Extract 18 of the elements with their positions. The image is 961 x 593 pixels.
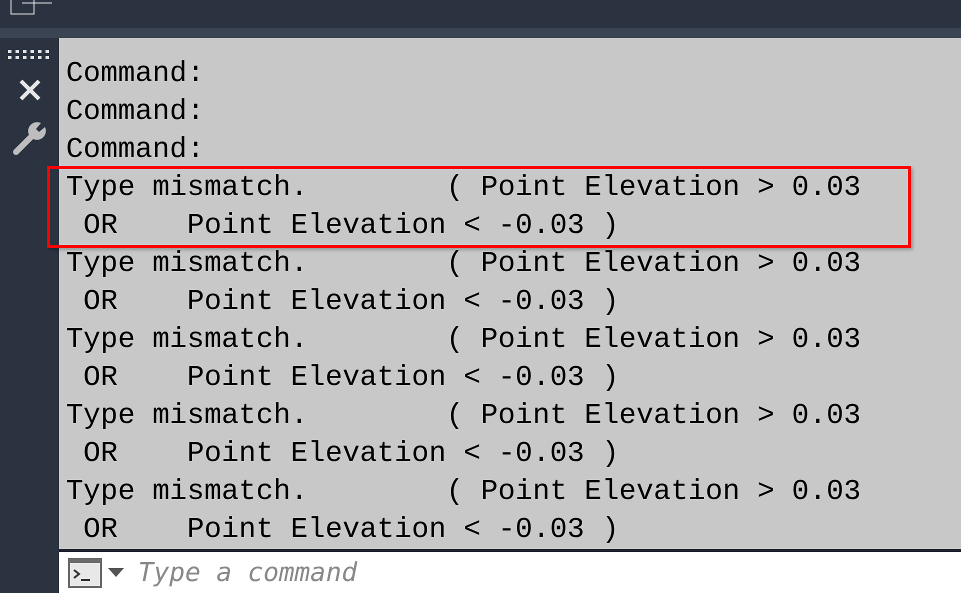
output-line: Type mismatch. ( Point Elevation > 0.03 [66,322,861,358]
output-line: Type mismatch. ( Point Elevation > 0.03 [66,398,861,434]
output-line: Command: [66,94,204,130]
output-line: Type mismatch. ( Point Elevation > 0.03 [66,170,862,206]
grip-icon[interactable] [8,50,52,60]
output-line: OR Point Elevation < -0.03 ) [82,208,620,244]
output-line: OR Point Elevation < -0.03 ) [82,436,620,472]
output-line: Type mismatch. ( Point Elevation > 0.03 [66,246,861,282]
terminal-icon[interactable] [68,558,102,588]
output-line: Command: [66,132,204,168]
caret-icon[interactable] [108,568,124,578]
command-input[interactable]: Type a command [136,556,640,588]
output-line: OR Point Elevation < -0.03 ) [82,512,620,548]
output-line: OR Point Elevation < -0.03 ) [82,284,620,320]
output-line: Type mismatch. ( Point Elevation > 0.03 [66,474,861,510]
output-line: OR Point Elevation < -0.03 ) [82,360,620,396]
close-icon[interactable] [18,78,42,102]
output-line: Command: [66,56,204,92]
